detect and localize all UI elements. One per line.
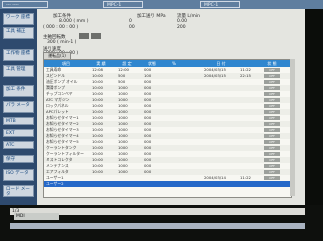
- status-badge[interactable]: OFF: [264, 104, 280, 108]
- column-header: 設 定: [122, 61, 132, 66]
- header-value-1b: ( 000 : 00 : 00 ): [43, 25, 79, 30]
- unit-chip-1[interactable]: [79, 33, 89, 39]
- sidebar-item-parameters[interactable]: パラ メータ: [3, 101, 34, 113]
- status-badge[interactable]: OFF: [264, 152, 280, 156]
- sidebar: ワーク 座標 工具 補正 工作物 座標 工具 管理 加工 条件 パラ メータ M…: [0, 9, 37, 207]
- status-badge[interactable]: OFF: [264, 122, 280, 126]
- tab-bar: --- ---- MPC-1 MPC-1: [0, 0, 323, 9]
- header-value-4: 300 ( min-1 ): [47, 40, 77, 45]
- right-margin: [305, 9, 323, 207]
- status-badge[interactable]: OFF: [264, 80, 280, 84]
- status-badge[interactable]: OFF: [264, 68, 280, 72]
- sidebar-item-mtb[interactable]: MTB: [3, 117, 34, 125]
- sidebar-item-work-coord[interactable]: ワーク 座標: [3, 13, 34, 25]
- sidebar-item-workpiece-coord[interactable]: 工作物 座標: [3, 49, 34, 61]
- sidebar-item-machining-conditions[interactable]: 加工 条件: [3, 85, 34, 97]
- sidebar-item-tool-offset[interactable]: 工具 補正: [3, 27, 34, 39]
- status-badge[interactable]: OFF: [264, 134, 280, 138]
- status-badge[interactable]: OFF: [264, 116, 280, 120]
- mdi-prompt[interactable]: MDI: [14, 213, 59, 220]
- status-badge[interactable]: OFF: [264, 74, 280, 78]
- sidebar-item-ext[interactable]: EXT: [3, 129, 34, 137]
- sidebar-item-iso-data[interactable]: ISO データ: [3, 169, 34, 181]
- cnc-screen: --- ---- MPC-1 MPC-1 ワーク 座標 工具 補正 工作物 座標…: [0, 0, 323, 241]
- header-sel-2: 00: [129, 25, 135, 30]
- status-badge[interactable]: OFF: [264, 158, 280, 162]
- function-key-bar: [10, 223, 305, 229]
- header-value-1: 8.000 ( mm ): [59, 19, 89, 24]
- status-badge[interactable]: OFF: [264, 146, 280, 150]
- status-badge[interactable]: OFF: [264, 170, 280, 174]
- table-header: 項目 実 績 設 定 状態 % 日 付 状 態: [44, 60, 291, 67]
- status-badge[interactable]: OFF: [264, 86, 280, 90]
- column-header: 日 付: [216, 61, 226, 66]
- sidebar-item-load-meter[interactable]: ロード メータ: [3, 185, 34, 197]
- sidebar-item-atc[interactable]: ATC: [3, 141, 34, 149]
- status-badge[interactable]: OFF: [264, 164, 280, 168]
- status-badge[interactable]: OFF: [264, 176, 280, 180]
- column-header: 状態: [148, 61, 156, 66]
- column-header: 状 態: [267, 61, 277, 66]
- status-badge[interactable]: OFF: [264, 128, 280, 132]
- column-header: 項目: [62, 61, 70, 66]
- header-label-2: 加工送り MPa: [137, 14, 166, 19]
- header-mini-2: 200: [177, 25, 186, 30]
- header-sel-1: 0: [129, 19, 132, 24]
- table-scrollbar[interactable]: [290, 59, 295, 196]
- unit-chip-2[interactable]: [91, 33, 101, 39]
- tab-mpc-1[interactable]: MPC-1: [103, 1, 143, 8]
- tab-mpc-2[interactable]: MPC-1: [200, 1, 240, 8]
- maintenance-table: 項目 実 績 設 定 状態 % 日 付 状 態 工具寿命 12:08 12:00 00…: [43, 59, 292, 198]
- column-header: %: [172, 61, 176, 66]
- status-badge[interactable]: OFF: [264, 110, 280, 114]
- status-badge[interactable]: OFF: [264, 98, 280, 102]
- header-mini-1: 0.00: [177, 19, 188, 24]
- status-badge[interactable]: OFF: [264, 92, 280, 96]
- table-row[interactable]: [44, 187, 291, 193]
- sidebar-item-tool-management[interactable]: 工具 管理: [3, 65, 34, 77]
- status-badge[interactable]: OFF: [264, 140, 280, 144]
- sidebar-item-maintenance[interactable]: 保守: [3, 155, 34, 163]
- column-header: 実 績: [96, 61, 106, 66]
- tab-main[interactable]: --- ----: [2, 1, 48, 8]
